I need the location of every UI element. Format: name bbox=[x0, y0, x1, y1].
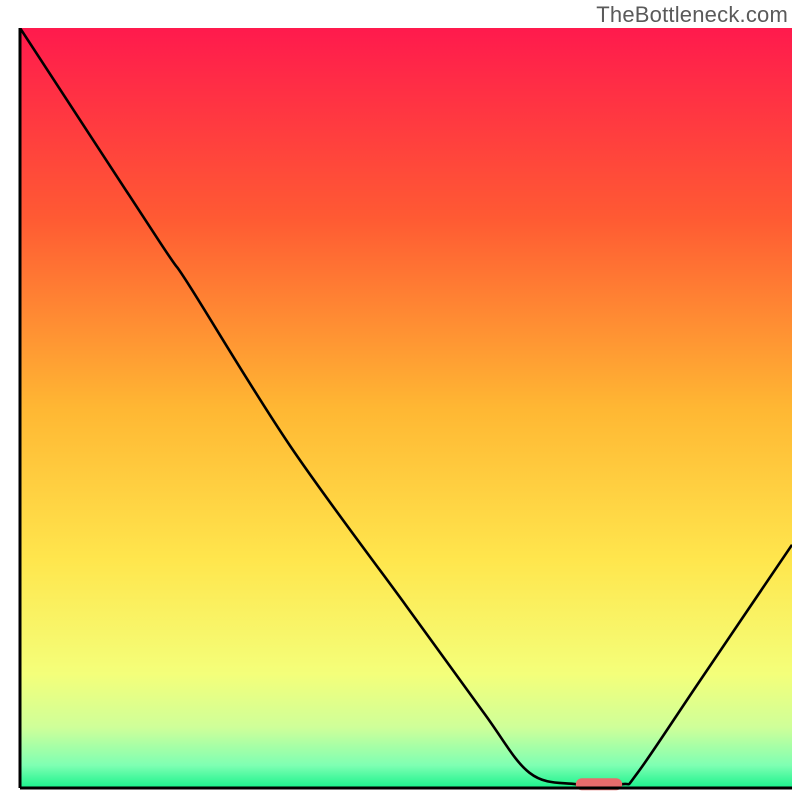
chart-svg bbox=[0, 0, 800, 800]
gradient-background bbox=[20, 28, 792, 788]
plot-area bbox=[20, 28, 792, 790]
bottleneck-chart: TheBottleneck.com bbox=[0, 0, 800, 800]
watermark-text: TheBottleneck.com bbox=[596, 2, 788, 28]
